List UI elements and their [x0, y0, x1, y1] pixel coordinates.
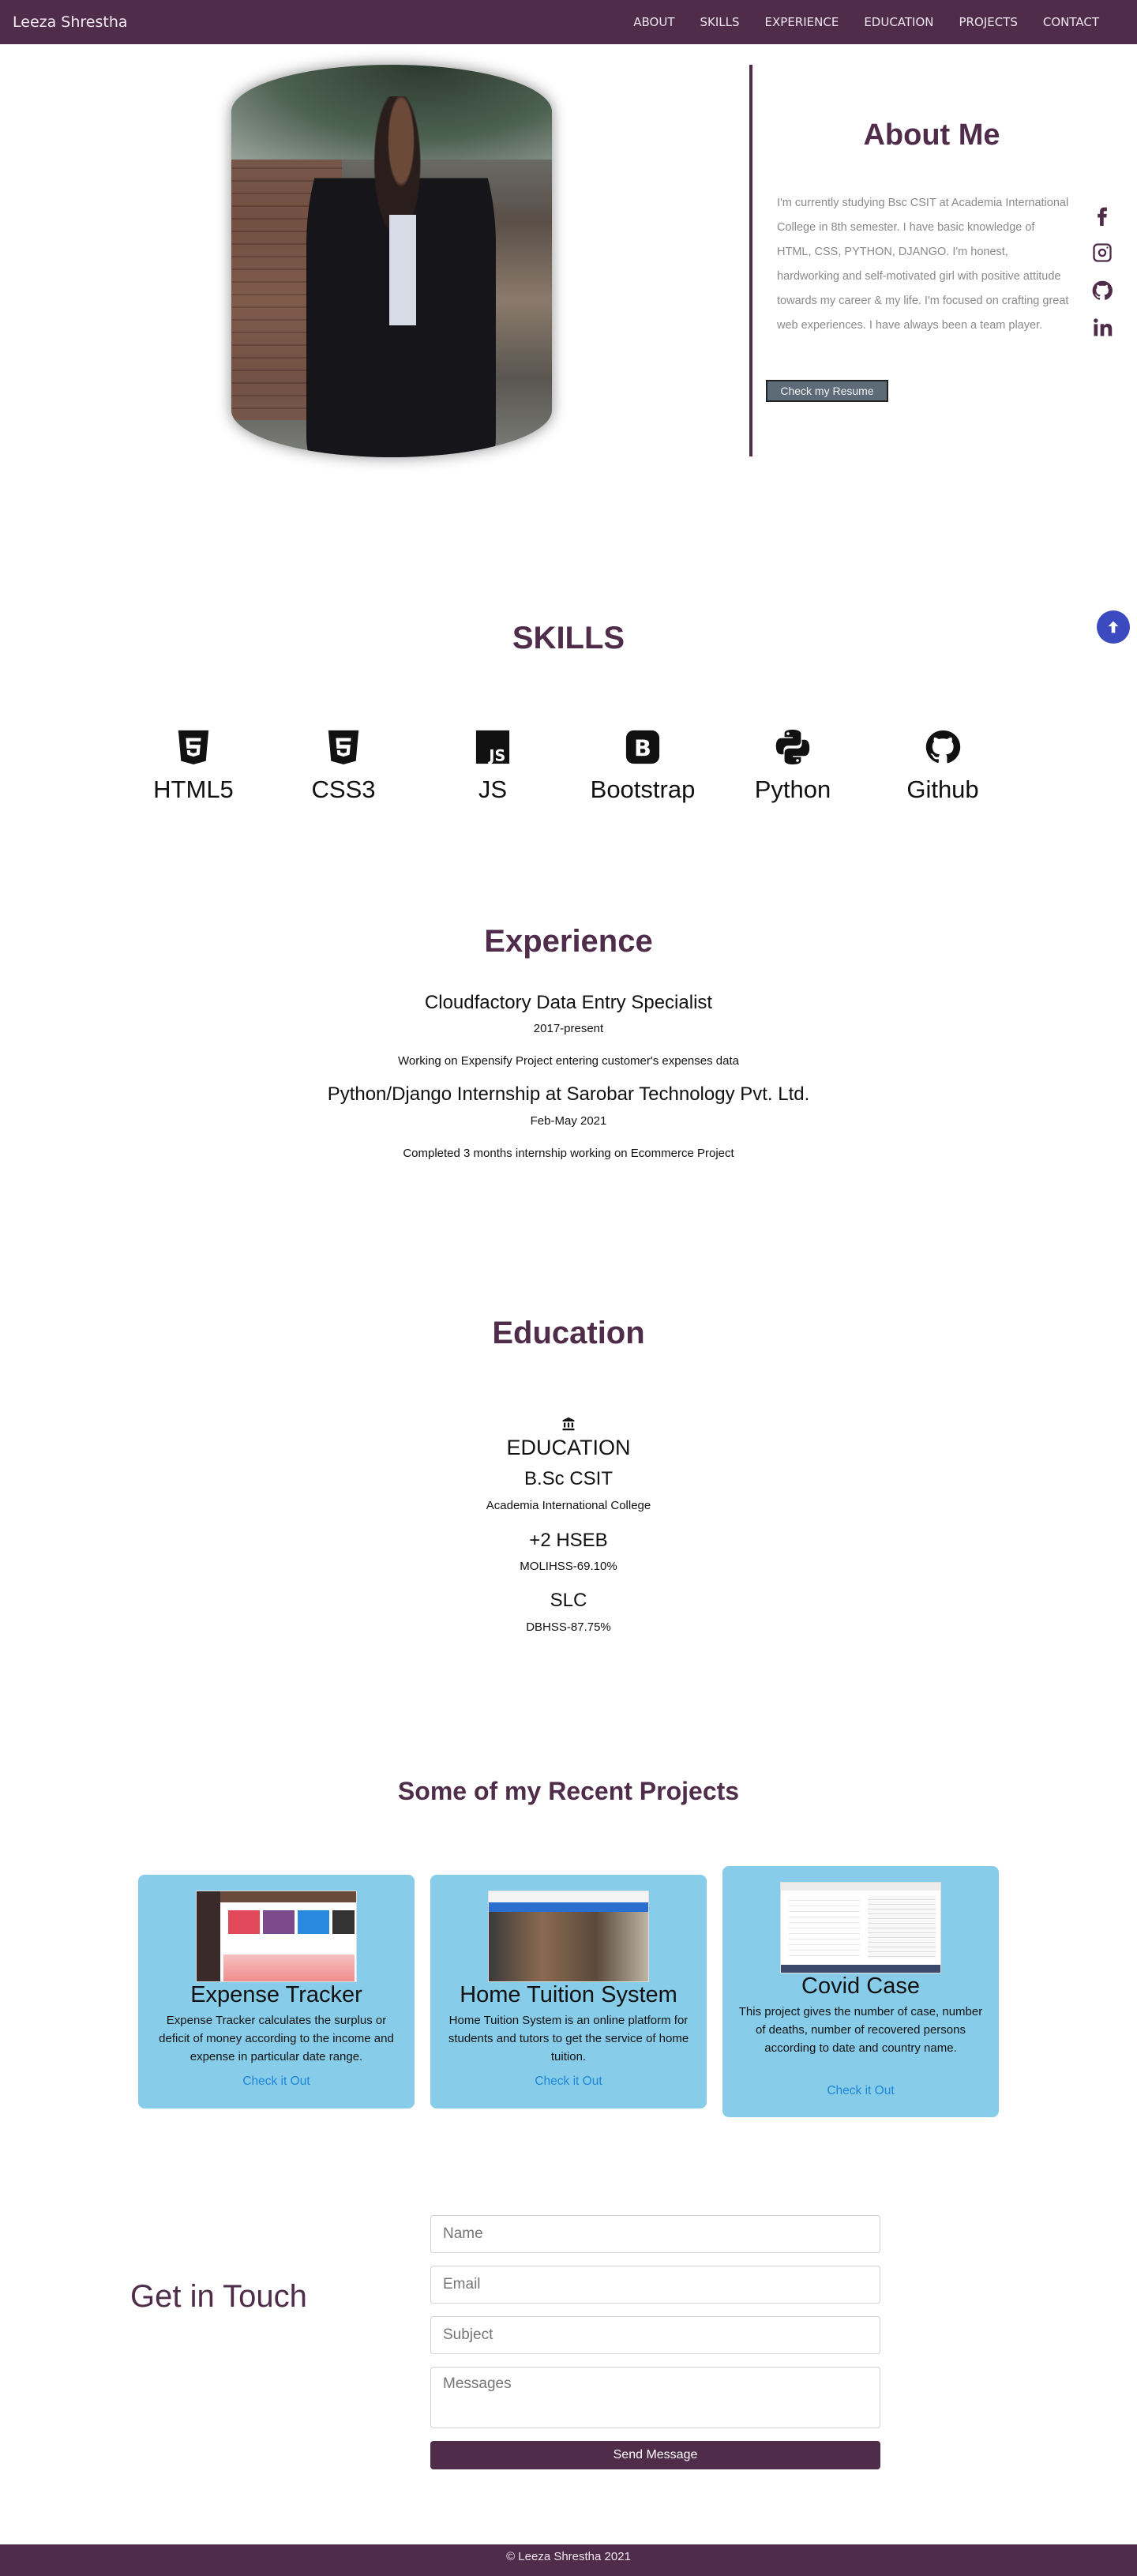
resume-button[interactable]: Check my Resume: [766, 380, 888, 402]
about-title: About Me: [863, 118, 1000, 152]
experience-role: Python/Django Internship at Sarobar Tech…: [327, 1083, 810, 1105]
skill-label: HTML5: [153, 775, 234, 803]
instagram-icon[interactable]: [1090, 240, 1115, 265]
profile-photo: [231, 65, 552, 457]
education-degree: SLC: [550, 1590, 587, 1611]
project-title: Covid Case: [801, 1973, 920, 1999]
education-degree: +2 HSEB: [529, 1530, 608, 1551]
experience-period: Feb-May 2021: [530, 1114, 607, 1128]
skill-label: Bootstrap: [590, 775, 696, 803]
project-card: Home Tuition System Home Tuition System …: [430, 1875, 707, 2108]
nav-experience[interactable]: EXPERIENCE: [752, 15, 852, 29]
svg-text:B: B: [634, 735, 651, 762]
github-icon: [925, 730, 961, 764]
about-divider: [749, 65, 752, 456]
contact-title: Get in Touch: [130, 2279, 307, 2314]
education-heading: EDUCATION: [506, 1436, 631, 1459]
github-icon[interactable]: [1090, 278, 1115, 303]
skill-label: Github: [906, 775, 979, 803]
experience-role: Cloudfactory Data Entry Specialist: [424, 992, 713, 1013]
brand-logo[interactable]: Leeza Shrestha: [13, 13, 128, 31]
projects-title: Some of my Recent Projects: [397, 1777, 740, 1805]
bootstrap-icon: B: [625, 730, 660, 764]
linkedin-icon[interactable]: [1090, 315, 1115, 340]
project-screenshot: [780, 1882, 941, 1973]
experience-desc: Completed 3 months internship working on…: [403, 1147, 734, 1160]
experience-period: 2017-present: [533, 1022, 604, 1035]
skill-python: Python: [730, 727, 856, 804]
skills-title: SKILLS: [512, 621, 625, 655]
skill-github: Github: [880, 727, 1006, 804]
skill-js: JS JS: [430, 727, 556, 804]
facebook-icon[interactable]: [1090, 202, 1115, 227]
skill-bootstrap: B Bootstrap: [580, 727, 706, 804]
education-title: Education: [492, 1316, 645, 1350]
nav-links: ABOUT SKILLS EXPERIENCE EDUCATION PROJEC…: [621, 15, 1112, 29]
project-desc: This project gives the number of case, n…: [738, 2005, 983, 2055]
project-link[interactable]: Check it Out: [430, 2075, 707, 2089]
skill-label: Python: [754, 775, 831, 803]
email-input[interactable]: [430, 2266, 880, 2304]
education-school: MOLIHSS-69.10%: [520, 1560, 617, 1573]
project-link[interactable]: Check it Out: [138, 2075, 415, 2089]
nav-education[interactable]: EDUCATION: [851, 15, 946, 29]
education-school: Academia International College: [486, 1499, 651, 1512]
js-icon: JS: [475, 730, 510, 764]
subject-input[interactable]: [430, 2316, 880, 2354]
bank-icon: [561, 1417, 576, 1431]
skill-css3: CSS3: [280, 727, 407, 804]
footer: © Leeza Shrestha 2021: [0, 2544, 1137, 2576]
about-text: I'm currently studying Bsc CSIT at Acade…: [777, 197, 1069, 332]
navbar: Leeza Shrestha ABOUT SKILLS EXPERIENCE E…: [0, 0, 1137, 44]
nav-about[interactable]: ABOUT: [621, 15, 687, 29]
skill-label: CSS3: [311, 775, 376, 803]
skill-html5: HTML5: [130, 727, 257, 804]
svg-text:JS: JS: [487, 746, 505, 764]
send-message-button[interactable]: Send Message: [430, 2441, 880, 2469]
project-card: Expense Tracker Expense Tracker calculat…: [138, 1875, 415, 2108]
name-input[interactable]: [430, 2215, 880, 2253]
nav-contact[interactable]: CONTACT: [1030, 15, 1112, 29]
html5-icon: [178, 730, 209, 765]
message-textarea[interactable]: [430, 2367, 880, 2428]
project-desc: Expense Tracker calculates the surplus o…: [159, 2014, 394, 2063]
experience-title: Experience: [484, 924, 653, 959]
nav-projects[interactable]: PROJECTS: [947, 15, 1030, 29]
css3-icon: [328, 730, 359, 765]
project-title: Expense Tracker: [190, 1982, 362, 2007]
project-screenshot: [196, 1891, 357, 1982]
project-desc: Home Tuition System is an online platfor…: [448, 2014, 689, 2063]
project-link[interactable]: Check it Out: [722, 2084, 999, 2098]
skill-label: JS: [478, 775, 508, 803]
education-degree: B.Sc CSIT: [523, 1468, 614, 1489]
project-screenshot: [488, 1891, 649, 1982]
education-school: DBHSS-87.75%: [526, 1620, 611, 1634]
experience-desc: Working on Expensify Project entering cu…: [398, 1054, 739, 1068]
project-card: Covid Case This project gives the number…: [722, 1866, 999, 2117]
project-title: Home Tuition System: [460, 1982, 677, 2007]
python-icon: [775, 730, 810, 764]
nav-skills[interactable]: SKILLS: [688, 15, 752, 29]
